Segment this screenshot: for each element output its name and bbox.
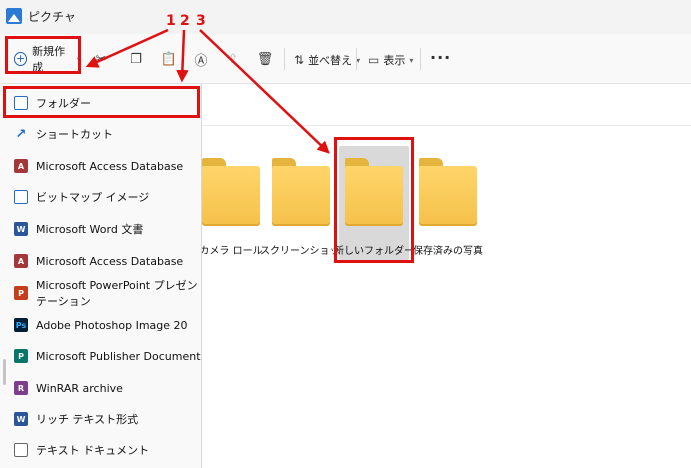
chevron-down-icon: ▾ bbox=[409, 55, 414, 65]
publisher-icon: P bbox=[14, 349, 28, 363]
folder-item[interactable]: 保存済みの写真 bbox=[413, 150, 483, 257]
menu-item-label: ビットマップ イメージ bbox=[36, 191, 150, 204]
menu-item-label: WinRAR archive bbox=[36, 381, 123, 395]
new-item-menu: フォルダー ↗ ショートカット A Microsoft Access Datab… bbox=[0, 84, 202, 468]
rich-text-icon: W bbox=[14, 412, 28, 426]
paste-icon[interactable]: 📋 bbox=[160, 50, 178, 68]
command-bar: + 新規作成 ▾ ✂ ❐ 📋 Ⓐ ⇪ 🗑 ⇅ 並べ替え ▾ ▭ 表示 ▾ ··· bbox=[0, 34, 691, 84]
folder-name: 新しいフォルダー bbox=[334, 246, 414, 257]
menu-item-powerpoint[interactable]: P Microsoft PowerPoint プレゼンテーション bbox=[0, 279, 202, 308]
rename-icon[interactable]: Ⓐ bbox=[192, 50, 210, 69]
menu-item-label: Adobe Photoshop Image 20 bbox=[36, 318, 188, 332]
menu-item-access-database[interactable]: A Microsoft Access Database bbox=[0, 152, 202, 180]
bitmap-icon bbox=[14, 190, 28, 204]
menu-item-word[interactable]: W Microsoft Word 文書 bbox=[0, 215, 202, 243]
word-icon: W bbox=[14, 222, 28, 236]
folder-item[interactable]: カメラ ロール bbox=[196, 150, 266, 257]
shortcut-icon: ↗ bbox=[15, 126, 27, 142]
plus-circle-icon: + bbox=[14, 52, 28, 66]
toolbar-divider bbox=[420, 48, 421, 70]
share-icon[interactable]: ⇪ bbox=[224, 50, 242, 68]
toolbar-divider bbox=[356, 48, 357, 70]
window-title: ピクチャ bbox=[28, 10, 76, 24]
more-options-icon[interactable]: ··· bbox=[430, 48, 451, 67]
view-button[interactable]: ▭ 表示 ▾ bbox=[368, 50, 413, 70]
delete-icon[interactable]: 🗑 bbox=[256, 50, 274, 68]
menu-item-label: Microsoft Access Database bbox=[36, 254, 184, 268]
menu-item-label: Microsoft Word 文書 bbox=[36, 223, 144, 236]
photoshop-icon: Ps bbox=[14, 318, 28, 332]
powerpoint-icon: P bbox=[14, 286, 28, 300]
folder-icon bbox=[419, 158, 477, 234]
new-button[interactable]: + 新規作成 ▾ bbox=[8, 44, 81, 74]
winrar-icon: R bbox=[14, 381, 28, 395]
address-bar[interactable] bbox=[200, 84, 691, 126]
menu-item-photoshop[interactable]: Ps Adobe Photoshop Image 20 bbox=[0, 311, 202, 339]
cut-icon[interactable]: ✂ bbox=[92, 50, 110, 68]
copy-icon[interactable]: ❐ bbox=[127, 50, 145, 68]
menu-item-label: リッチ テキスト形式 bbox=[36, 413, 139, 426]
sort-button-label: 並べ替え bbox=[308, 54, 353, 67]
menu-item-access-database[interactable]: A Microsoft Access Database bbox=[0, 247, 202, 275]
menu-item-text-document[interactable]: テキスト ドキュメント bbox=[0, 436, 202, 464]
menu-item-label: ショートカット bbox=[36, 128, 113, 141]
view-button-label: 表示 bbox=[383, 54, 406, 67]
folder-item[interactable]: スクリーンショット bbox=[260, 150, 350, 257]
folder-name: スクリーンショット bbox=[260, 246, 350, 257]
menu-item-rich-text[interactable]: W リッチ テキスト形式 bbox=[0, 405, 202, 433]
step-number: 3 bbox=[196, 13, 206, 29]
view-icon: ▭ bbox=[368, 53, 380, 67]
chevron-down-icon: ▾ bbox=[76, 54, 81, 64]
access-icon: A bbox=[14, 159, 28, 173]
menu-item-bitmap[interactable]: ビットマップ イメージ bbox=[0, 183, 202, 211]
menu-item-label: Microsoft PowerPoint プレゼンテーション bbox=[36, 279, 198, 308]
step-number: 2 bbox=[180, 13, 190, 29]
sort-button[interactable]: ⇅ 並べ替え ▾ bbox=[294, 50, 360, 70]
menu-item-folder[interactable]: フォルダー bbox=[0, 89, 202, 117]
menu-item-label: Microsoft Access Database bbox=[36, 159, 184, 173]
menu-item-winrar[interactable]: R WinRAR archive bbox=[0, 374, 202, 402]
new-button-label: 新規作成 bbox=[32, 45, 66, 74]
folder-name: 保存済みの写真 bbox=[413, 246, 483, 257]
menu-item-publisher[interactable]: P Microsoft Publisher Document bbox=[0, 342, 202, 370]
toolbar-divider bbox=[284, 48, 285, 70]
step-number: 1 bbox=[166, 13, 176, 29]
menu-item-label: フォルダー bbox=[36, 97, 91, 110]
folder-plus-icon bbox=[14, 96, 28, 110]
folder-icon bbox=[272, 158, 330, 234]
menu-item-shortcut[interactable]: ↗ ショートカット bbox=[0, 120, 202, 148]
menu-item-label: テキスト ドキュメント bbox=[36, 444, 150, 457]
folder-icon bbox=[202, 158, 260, 234]
menu-item-label: Microsoft Publisher Document bbox=[36, 349, 201, 363]
sort-icon: ⇅ bbox=[294, 53, 305, 67]
access-icon: A bbox=[14, 254, 28, 268]
title-bar: ピクチャ bbox=[0, 0, 691, 34]
pictures-app-icon bbox=[6, 8, 22, 24]
folder-icon bbox=[345, 158, 403, 234]
text-document-icon bbox=[14, 443, 28, 457]
folder-item-selected[interactable]: 新しいフォルダー bbox=[334, 146, 414, 260]
